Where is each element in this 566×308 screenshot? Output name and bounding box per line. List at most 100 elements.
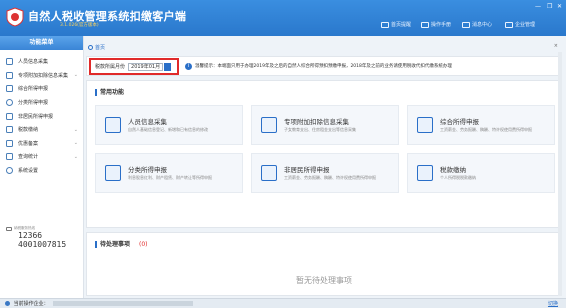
- user-icon: [5, 300, 10, 306]
- pie-icon: [6, 99, 13, 107]
- layers-icon: [6, 85, 13, 93]
- tab-bar: 首页 ×: [86, 42, 562, 52]
- sidebar-item-special-deduction[interactable]: 专项附加扣除信息采集 ⌄: [0, 69, 83, 83]
- card-title: 分类所得申报: [128, 166, 167, 174]
- sidebar: 功能菜单 人员信息采集 专项附加扣除信息采集 ⌄ 综合所得申报 分类所得申报 非…: [0, 36, 84, 298]
- restore-button[interactable]: ❐: [547, 3, 552, 10]
- tax-emblem-icon: [6, 7, 24, 27]
- calendar-icon[interactable]: [164, 62, 172, 71]
- sidebar-heading: 功能菜单: [0, 36, 83, 50]
- list-icon: [6, 71, 13, 79]
- sidebar-item-label: 综合所得申报: [18, 86, 49, 93]
- book-icon: [421, 21, 429, 28]
- id-card-icon: [105, 117, 121, 133]
- switch-company-link[interactable]: 切换: [548, 299, 558, 308]
- header-tool-messages[interactable]: 消息中心: [462, 21, 492, 28]
- sidebar-item-nonresident[interactable]: 非居民所得申报: [0, 109, 83, 123]
- tab-home[interactable]: 首页: [95, 44, 105, 51]
- edit-icon: [105, 165, 121, 181]
- tab-close-button[interactable]: ×: [554, 43, 558, 49]
- period-input[interactable]: 2019年01月: [128, 62, 164, 71]
- report-icon: [417, 117, 433, 133]
- gear-icon: [6, 167, 13, 175]
- bell-icon: [381, 21, 389, 28]
- mail-icon: [462, 21, 470, 28]
- phone-icon: [6, 226, 12, 231]
- header-tool-company[interactable]: 企业管理: [505, 21, 535, 28]
- sidebar-item-label: 查询统计: [18, 154, 39, 161]
- header-tool-home-reminder[interactable]: 首页提醒: [381, 21, 411, 28]
- card-icon: [6, 126, 13, 134]
- todo-empty-text: 暂无待处理事项: [296, 276, 352, 285]
- document-icon: [6, 139, 13, 147]
- common-functions-title: 常用功能: [95, 89, 124, 96]
- card-desc: 工资薪金、劳务报酬、稿酬、特许权使用费所得申报: [284, 175, 376, 180]
- sidebar-item-label: 税款缴纳: [18, 127, 39, 134]
- close-button[interactable]: ✕: [557, 3, 562, 10]
- info-icon: i: [185, 63, 192, 70]
- header-tool-label: 首页提醒: [391, 22, 412, 28]
- sidebar-item-label: 系统设置: [18, 168, 39, 175]
- current-company-label: 当前操作企业：: [13, 301, 49, 307]
- sidebar-item-tax-payment[interactable]: 税款缴纳 ⌄: [0, 123, 83, 137]
- card-personnel-info[interactable]: 人员信息采集 自然人基础信息登记、新增和已有信息的修改: [95, 105, 243, 145]
- header-tool-label: 操作手册: [431, 22, 452, 28]
- sidebar-item-query[interactable]: 查询统计 ⌄: [0, 150, 83, 164]
- card-desc: 利息股息红利、财产租赁、财产转让等所得申报: [128, 175, 212, 180]
- todo-title: 待处理事项: [95, 241, 130, 248]
- sidebar-item-settings[interactable]: 系统设置: [0, 164, 83, 178]
- card-title: 税款缴纳: [440, 166, 466, 174]
- chevron-down-icon: ⌄: [73, 153, 78, 160]
- header-tool-label: 企业管理: [515, 22, 536, 28]
- todo-count: (0): [139, 241, 148, 248]
- app-version: 3.1.026(官方版本): [60, 23, 99, 28]
- card-classified-income[interactable]: 分类所得申报 利息股息红利、财产租赁、财产转让等所得申报: [95, 153, 243, 193]
- sidebar-item-label: 优惠备案: [18, 140, 39, 147]
- hotline-block: 纳税服务热线 12366 4001007815: [6, 226, 80, 249]
- period-selector: 税款所属月份 2019年01月: [89, 58, 179, 75]
- search-icon: [6, 153, 13, 161]
- sidebar-item-label: 分类所得申报: [18, 100, 49, 107]
- app-title: 自然人税收管理系统扣缴客户端: [28, 10, 187, 23]
- sidebar-item-label: 专项附加扣除信息采集: [18, 72, 69, 79]
- person-icon: [6, 58, 13, 66]
- card-title: 综合所得申报: [440, 118, 479, 126]
- document-icon: [261, 117, 277, 133]
- card-desc: 工资薪金、劳务报酬、稿酬、特许权使用费所得申报: [440, 127, 532, 132]
- hotline-number-2: 4001007815: [18, 240, 67, 249]
- current-company-name-redacted: [53, 300, 194, 306]
- card-nonresident-income[interactable]: 非居民所得申报 工资薪金、劳务报酬、稿酬、特许权使用费所得申报: [251, 153, 399, 193]
- common-functions-panel: 常用功能 人员信息采集 自然人基础信息登记、新增和已有信息的修改 专项附加扣除信…: [86, 80, 562, 228]
- card-desc: 自然人基础信息登记、新增和已有信息的修改: [128, 127, 208, 132]
- card-tax-payment[interactable]: 税款缴纳 个人所得税税款缴纳: [407, 153, 555, 193]
- edit-icon: [261, 165, 277, 181]
- header-tool-label: 消息中心: [472, 22, 493, 28]
- app-header: 自然人税收管理系统扣缴客户端 3.1.026(官方版本) 首页提醒 操作手册 消…: [0, 0, 566, 36]
- sidebar-item-personnel[interactable]: 人员信息采集: [0, 55, 83, 69]
- card-desc: 子女教育支出、住房租金支出等信息采集: [284, 127, 356, 132]
- chevron-down-icon: ⌄: [73, 72, 78, 79]
- card-title: 人员信息采集: [128, 118, 167, 126]
- header-tool-manual[interactable]: 操作手册: [421, 21, 451, 28]
- card-title: 非居民所得申报: [284, 166, 330, 174]
- sidebar-item-comprehensive[interactable]: 综合所得申报: [0, 82, 83, 96]
- notice-text: 温馨提示：本端面只用于办理2019年及之后的自然人综合所得预扣预缴申报，2018…: [195, 64, 452, 69]
- main-content: 首页 × 税款所属月份 2019年01月 i 温馨提示：本端面只用于办理2019…: [86, 42, 562, 296]
- building-icon: [505, 21, 513, 28]
- todo-panel: 待处理事项 (0) 暂无待处理事项: [86, 232, 562, 296]
- money-icon: [417, 165, 433, 181]
- chevron-down-icon: ⌄: [73, 126, 78, 133]
- card-desc: 个人所得税税款缴纳: [440, 175, 476, 180]
- minimize-button[interactable]: —: [535, 3, 541, 10]
- sidebar-item-preferential[interactable]: 优惠备案 ⌄: [0, 137, 83, 151]
- notice-bar: 税款所属月份 2019年01月 i 温馨提示：本端面只用于办理2019年及之后的…: [86, 56, 562, 76]
- chevron-down-icon: ⌄: [73, 140, 78, 147]
- main-scrollbar[interactable]: [558, 52, 562, 296]
- card-special-deduction[interactable]: 专项附加扣除信息采集 子女教育支出、住房租金支出等信息采集: [251, 105, 399, 145]
- sidebar-item-label: 非居民所得申报: [18, 113, 54, 120]
- sidebar-item-classified[interactable]: 分类所得申报: [0, 96, 83, 110]
- card-title: 专项附加扣除信息采集: [284, 118, 349, 126]
- card-comprehensive-income[interactable]: 综合所得申报 工资薪金、劳务报酬、稿酬、特许权使用费所得申报: [407, 105, 555, 145]
- home-icon: [88, 44, 93, 50]
- sidebar-item-label: 人员信息采集: [18, 59, 49, 66]
